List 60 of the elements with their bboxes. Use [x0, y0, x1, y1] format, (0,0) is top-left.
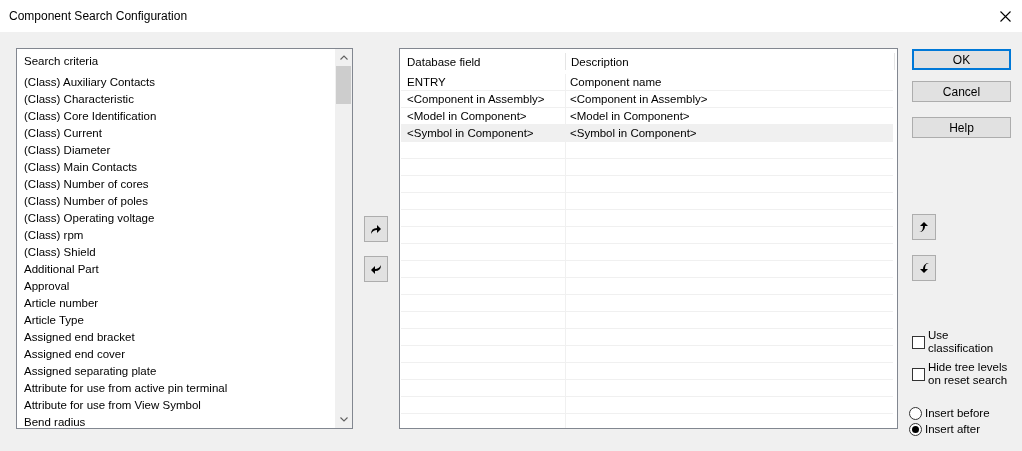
list-item[interactable]: (Class) Diameter — [24, 142, 111, 159]
table-cell: <Model in Component> — [570, 110, 690, 122]
list-item[interactable]: (Class) Main Contacts — [24, 159, 138, 176]
radio-button[interactable] — [909, 407, 922, 420]
table-row[interactable]: <Symbol in Component> <Symbol in Component> — [401, 125, 893, 142]
table-cell: <Component in Assembly> — [570, 93, 708, 105]
list-item[interactable]: (Class) Characteristic — [24, 91, 134, 108]
move-up-button[interactable] — [912, 214, 936, 240]
table-cell: <Model in Component> — [407, 110, 527, 122]
column-header[interactable]: Description — [571, 55, 629, 68]
option-label[interactable]: Insert before — [925, 407, 990, 420]
dialog-button[interactable]: Cancel — [912, 81, 1011, 102]
chevron-up-icon — [339, 55, 348, 60]
table-cell: <Symbol in Component> — [407, 127, 534, 139]
table-row[interactable]: ENTRY Component name — [401, 74, 893, 91]
list-item[interactable]: (Class) Core Identification — [24, 108, 157, 125]
table-cell: <Component in Assembly> — [407, 93, 545, 105]
chevron-down-icon — [339, 417, 348, 422]
list-item[interactable]: (Class) Auxiliary Contacts — [24, 74, 155, 91]
list-item[interactable]: (Class) Number of cores — [24, 176, 149, 193]
list-item[interactable]: Attribute for use from View Symbol — [24, 397, 201, 414]
option-label[interactable]: Insert after — [925, 423, 980, 436]
window-title: Component Search Configuration — [9, 9, 189, 23]
dialog-button[interactable]: OK — [912, 49, 1011, 70]
radio-button[interactable] — [909, 423, 922, 436]
list-item[interactable]: (Class) Number of poles — [24, 193, 148, 210]
table-row[interactable]: <Component in Assembly> <Component in Assembly> — [401, 91, 893, 108]
list-item[interactable]: Assigned end bracket — [24, 329, 135, 346]
dialog-button[interactable]: Help — [912, 117, 1011, 138]
arrow-right-icon — [370, 223, 382, 235]
arrow-down-icon — [918, 262, 930, 274]
list-item[interactable]: (Class) Shield — [24, 244, 96, 261]
move-right-button[interactable] — [364, 216, 388, 242]
list-item[interactable]: Bend radius — [24, 414, 86, 428]
list-item[interactable]: Attribute for use from active pin terminal — [24, 380, 228, 397]
arrow-up-icon — [918, 221, 930, 233]
list-item[interactable]: Additional Part — [24, 261, 99, 278]
table-cell: <Symbol in Component> — [570, 127, 697, 139]
list-item[interactable]: Article Type — [24, 312, 84, 329]
option-label[interactable]: Hide tree levels on reset search — [928, 361, 1011, 387]
table-cell: Component name — [570, 76, 662, 88]
table-cell: ENTRY — [407, 76, 446, 88]
scroll-thumb[interactable] — [336, 66, 351, 104]
checkbox[interactable] — [912, 335, 925, 349]
move-down-button[interactable] — [912, 255, 936, 281]
scrollbar[interactable] — [335, 49, 352, 428]
option-label[interactable]: Use classification — [928, 329, 1011, 355]
list-item[interactable]: (Class) Operating voltage — [24, 210, 155, 227]
list-item[interactable]: Approval — [24, 278, 70, 295]
list-item[interactable]: (Class) Current — [24, 125, 102, 142]
list-item[interactable]: (Class) rpm — [24, 227, 84, 244]
move-left-button[interactable] — [364, 256, 388, 282]
column-header[interactable]: Database field — [407, 55, 481, 68]
close-icon — [999, 10, 1011, 22]
arrow-left-icon — [370, 263, 382, 275]
list-header: Search criteria — [24, 54, 99, 69]
checkbox[interactable] — [912, 367, 925, 381]
list-item[interactable]: Article number — [24, 295, 99, 312]
list-item[interactable]: Assigned end cover — [24, 346, 125, 363]
list-item[interactable]: Assigned separating plate — [24, 363, 157, 380]
